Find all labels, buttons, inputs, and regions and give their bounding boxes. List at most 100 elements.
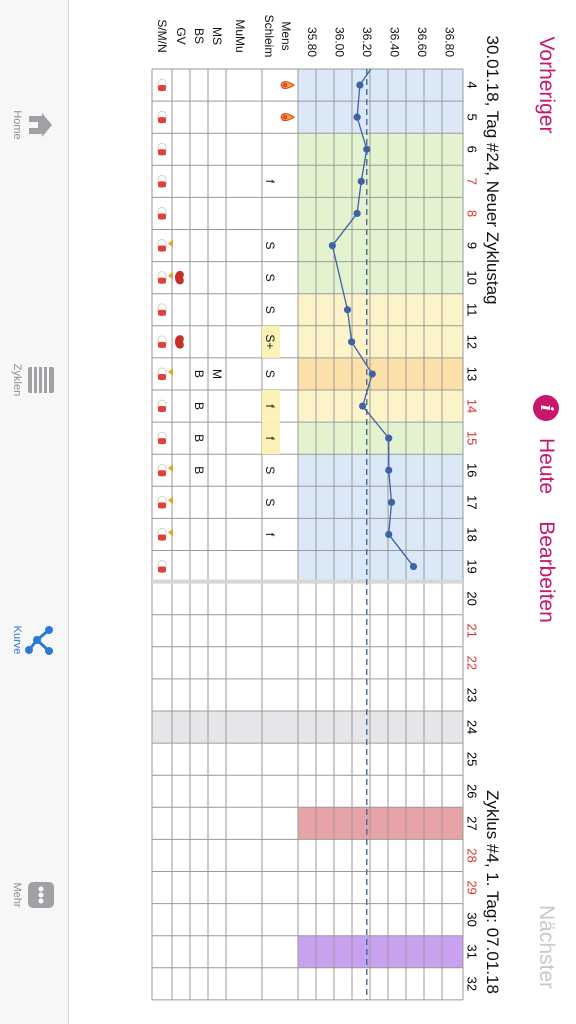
smn-pill-icon	[157, 463, 173, 477]
pill-half	[158, 181, 166, 188]
ms-value: M	[210, 369, 224, 379]
temp-tick-label: 36.40	[387, 27, 401, 57]
pill-half	[158, 566, 166, 573]
schleim-value: S+	[263, 334, 277, 349]
schleim-value: S	[263, 242, 277, 250]
pill-half	[158, 373, 166, 380]
day-number: 12	[465, 335, 480, 349]
bs-value: B	[192, 370, 206, 378]
flag-icon	[168, 367, 173, 376]
smn-pill-icon	[157, 174, 167, 188]
temperature-point	[343, 306, 352, 314]
flag-icon	[168, 239, 173, 248]
day-number: 15	[465, 431, 480, 445]
day-number: 20	[465, 591, 480, 605]
day-marker	[152, 711, 463, 744]
phase-band	[298, 422, 463, 455]
temperature-point	[353, 113, 361, 121]
smn-pill-icon	[157, 271, 173, 285]
row-label: GV	[174, 27, 188, 44]
pill-half	[158, 502, 166, 509]
pill-half	[158, 309, 166, 316]
schleim-value: S	[263, 466, 277, 474]
pill-half	[158, 245, 166, 252]
day-number: 22	[465, 656, 480, 670]
day-number: 16	[465, 463, 480, 477]
temperature-point	[385, 530, 393, 539]
temperature-point	[357, 177, 365, 185]
temperature-point	[359, 402, 367, 410]
day-number: 26	[465, 784, 480, 798]
smn-pill-icon	[157, 495, 173, 509]
flag-icon	[168, 496, 173, 505]
day-number: 5	[465, 114, 480, 121]
day-number: 7	[465, 178, 480, 185]
temp-tick-label: 36.60	[415, 27, 429, 57]
temp-tick-label: 35.80	[305, 27, 319, 57]
prev-button[interactable]: Vorheriger	[534, 37, 558, 134]
heart-icon	[175, 270, 184, 285]
smn-pill-icon	[157, 78, 167, 92]
pill-half	[158, 341, 166, 348]
day-number: 8	[465, 210, 480, 217]
pill-half	[158, 117, 166, 124]
schleim-value: f	[263, 533, 277, 537]
info-icon[interactable]: i	[533, 395, 559, 421]
smn-pill-icon	[157, 528, 173, 541]
smn-pill-icon	[157, 560, 167, 573]
temp-tick-label: 36.20	[360, 27, 374, 57]
flag-icon	[168, 464, 173, 473]
day-number: 28	[465, 848, 480, 862]
day-number: 27	[465, 816, 480, 830]
temp-tick-label: 36.00	[332, 27, 346, 57]
day-number: 6	[465, 146, 480, 153]
day-number: 4	[465, 81, 480, 88]
day-info-label: 30.01.18, Tag #24, Neuer Zyklustag	[483, 35, 502, 305]
temperature-point	[353, 209, 361, 218]
bs-value: B	[192, 402, 206, 410]
drop-icon-core	[282, 82, 288, 88]
day-marker	[298, 807, 463, 840]
bs-value: B	[192, 466, 206, 474]
day-marker	[298, 935, 463, 968]
temp-tick-label: 36.80	[442, 27, 456, 57]
row-label: Schleim	[262, 15, 276, 58]
day-number: 24	[465, 720, 480, 734]
smn-pill-icon	[157, 142, 167, 156]
pill-half	[158, 406, 166, 413]
row-label: S/M/N	[155, 19, 169, 52]
smn-pill-icon	[157, 207, 167, 220]
temperature-point	[368, 370, 376, 378]
header-bar: Vorheriger i Heute Bearbeiten Nächster	[516, 0, 576, 1024]
bs-value: B	[192, 434, 206, 442]
today-button[interactable]: Heute	[534, 438, 558, 494]
phase-band	[298, 390, 463, 423]
day-number: 18	[465, 527, 480, 541]
temperature-point	[328, 241, 336, 250]
smn-pill-icon	[157, 239, 173, 252]
schleim-value: S	[263, 274, 277, 282]
temperature-point	[387, 498, 396, 506]
day-number: 32	[465, 977, 480, 991]
temperature-point	[356, 81, 364, 89]
edit-button[interactable]: Bearbeiten	[534, 521, 558, 623]
drop-icon-core	[282, 114, 288, 120]
temperature-point	[348, 338, 356, 346]
smn-pill-icon	[157, 335, 167, 349]
next-button[interactable]: Nächster	[534, 905, 558, 989]
smn-pill-icon	[157, 303, 167, 317]
flag-icon	[168, 528, 173, 537]
day-number: 9	[465, 242, 480, 249]
temperature-point	[385, 466, 393, 474]
pill-half	[158, 149, 166, 156]
day-number: 23	[465, 688, 480, 702]
phase-band	[298, 133, 463, 294]
pill-half	[158, 438, 166, 445]
pill-half	[158, 534, 166, 541]
smn-pill-icon	[157, 399, 167, 413]
cycle-info-label: Zyklus #4, 1. Tag: 07.01.18	[483, 790, 502, 994]
pill-half	[158, 85, 166, 92]
temperature-point	[363, 145, 371, 153]
pill-half	[158, 470, 166, 477]
today-separator	[152, 579, 463, 584]
